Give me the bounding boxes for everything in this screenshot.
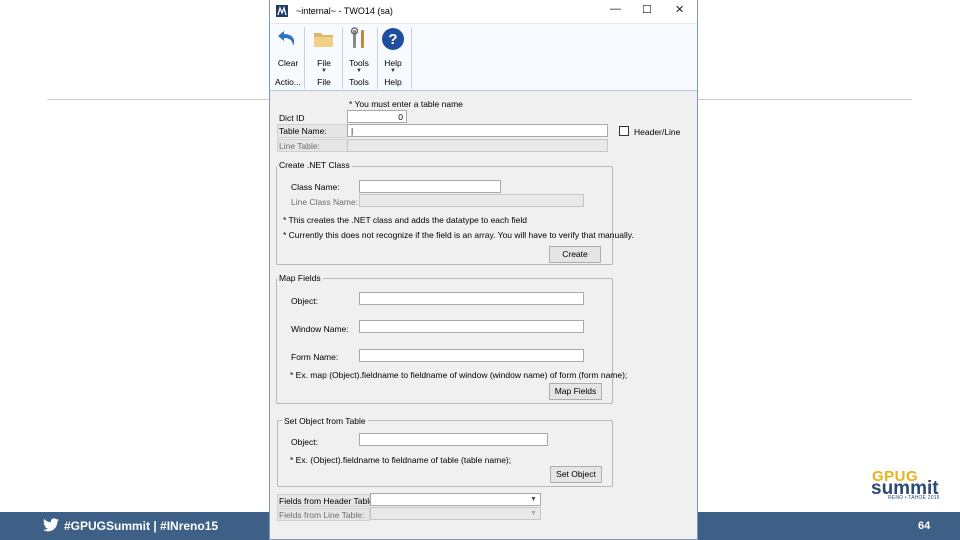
clear-arrow-icon [278, 31, 295, 46]
app-window: ~internal~ - TWO14 (sa) — ☐ ✕ Clear File… [269, 0, 698, 540]
warning-text: * You must enter a table name [349, 99, 463, 109]
ribbon-separator [377, 27, 378, 89]
set-object-button[interactable]: Set Object [550, 466, 602, 483]
class-name-label: Class Name: [291, 182, 340, 192]
class-name-field[interactable] [359, 180, 501, 193]
window-name-label: Window Name: [291, 324, 349, 334]
map-object-label: Object: [291, 296, 318, 306]
table-name-label: Table Name: [279, 126, 327, 136]
header-line-checkbox[interactable] [619, 126, 629, 136]
ribbon-group-help: Help [384, 77, 402, 87]
tools-button-label: Tools [349, 58, 369, 68]
set-object-field[interactable] [359, 433, 548, 446]
chevron-down-icon: ▼ [530, 510, 537, 517]
form-name-label: Form Name: [291, 352, 339, 362]
line-class-name-field [359, 194, 584, 207]
dict-id-label: Dict ID [279, 113, 305, 123]
brand-logo-subtitle: RENO • TAHOE 2015 [888, 495, 940, 501]
create-net-class-title: Create .NET Class [277, 160, 352, 170]
create-button[interactable]: Create [549, 246, 601, 263]
app-icon [276, 5, 288, 17]
tools-icon [350, 27, 364, 48]
fields-line-select [370, 507, 541, 520]
chevron-down-icon: ▼ [321, 68, 327, 74]
ribbon-group-file: File [317, 77, 331, 87]
help-button[interactable]: ? Help ▼ [379, 24, 407, 74]
file-button-label: File [317, 58, 331, 68]
file-button[interactable]: File ▼ [310, 24, 338, 74]
maximize-button[interactable]: ☐ [642, 3, 652, 16]
twitter-bird-icon [43, 518, 59, 532]
set-object-title: Set Object from Table [282, 416, 368, 426]
chevron-down-icon: ▼ [356, 68, 362, 74]
help-button-label: Help [384, 58, 402, 68]
chevron-down-icon: ▼ [530, 496, 537, 503]
tools-button[interactable]: Tools ▼ [345, 24, 373, 74]
window-title: ~internal~ - TWO14 (sa) [296, 6, 393, 16]
line-table-field [347, 139, 608, 152]
page-number: 64 [918, 520, 931, 532]
minimize-button[interactable]: — [610, 3, 621, 15]
form-name-field[interactable] [359, 349, 584, 362]
map-fields-button[interactable]: Map Fields [549, 383, 602, 400]
net-note-2: * Currently this does not recognize if t… [283, 230, 634, 240]
title-bar: ~internal~ - TWO14 (sa) — ☐ ✕ [270, 0, 697, 23]
folder-icon [314, 33, 333, 47]
map-object-field[interactable] [359, 292, 584, 305]
line-table-label: Line Table: [279, 141, 320, 151]
map-note: * Ex. map (Object).fieldname to fieldnam… [290, 370, 628, 380]
fields-header-select[interactable] [370, 493, 541, 506]
ribbon-separator [411, 27, 412, 89]
chevron-down-icon: ▼ [390, 68, 396, 74]
close-button[interactable]: ✕ [675, 3, 684, 16]
clear-button-label: Clear [277, 58, 299, 68]
line-class-name-label: Line Class Name: [291, 197, 359, 207]
ribbon-toolbar: Clear File ▼ Tools ▼ ? Help ▼ Actio... F… [270, 23, 697, 91]
help-icon: ? [382, 28, 404, 50]
table-name-field[interactable]: | [347, 124, 608, 137]
ribbon-separator [342, 27, 343, 89]
ribbon-group-actions: Actio... [275, 77, 301, 87]
ribbon-separator [304, 27, 305, 89]
window-name-field[interactable] [359, 320, 584, 333]
clear-button[interactable]: Clear [274, 24, 302, 74]
net-note-1: * This creates the .NET class and adds t… [283, 215, 527, 225]
fields-line-label: Fields from Line Table: [279, 510, 365, 520]
header-line-label: Header/Line [634, 127, 681, 137]
fields-header-label: Fields from Header Table: [279, 496, 377, 506]
svg-text:?: ? [388, 31, 397, 48]
ribbon-group-tools: Tools [349, 77, 369, 87]
footer-hashtags: #GPUGSummit | #INreno15 [64, 519, 219, 533]
dict-id-field[interactable]: 0 [347, 110, 407, 123]
set-object-label: Object: [291, 437, 318, 447]
map-fields-title: Map Fields [277, 273, 323, 283]
set-note: * Ex. (Object).fieldname to fieldname of… [290, 455, 512, 465]
